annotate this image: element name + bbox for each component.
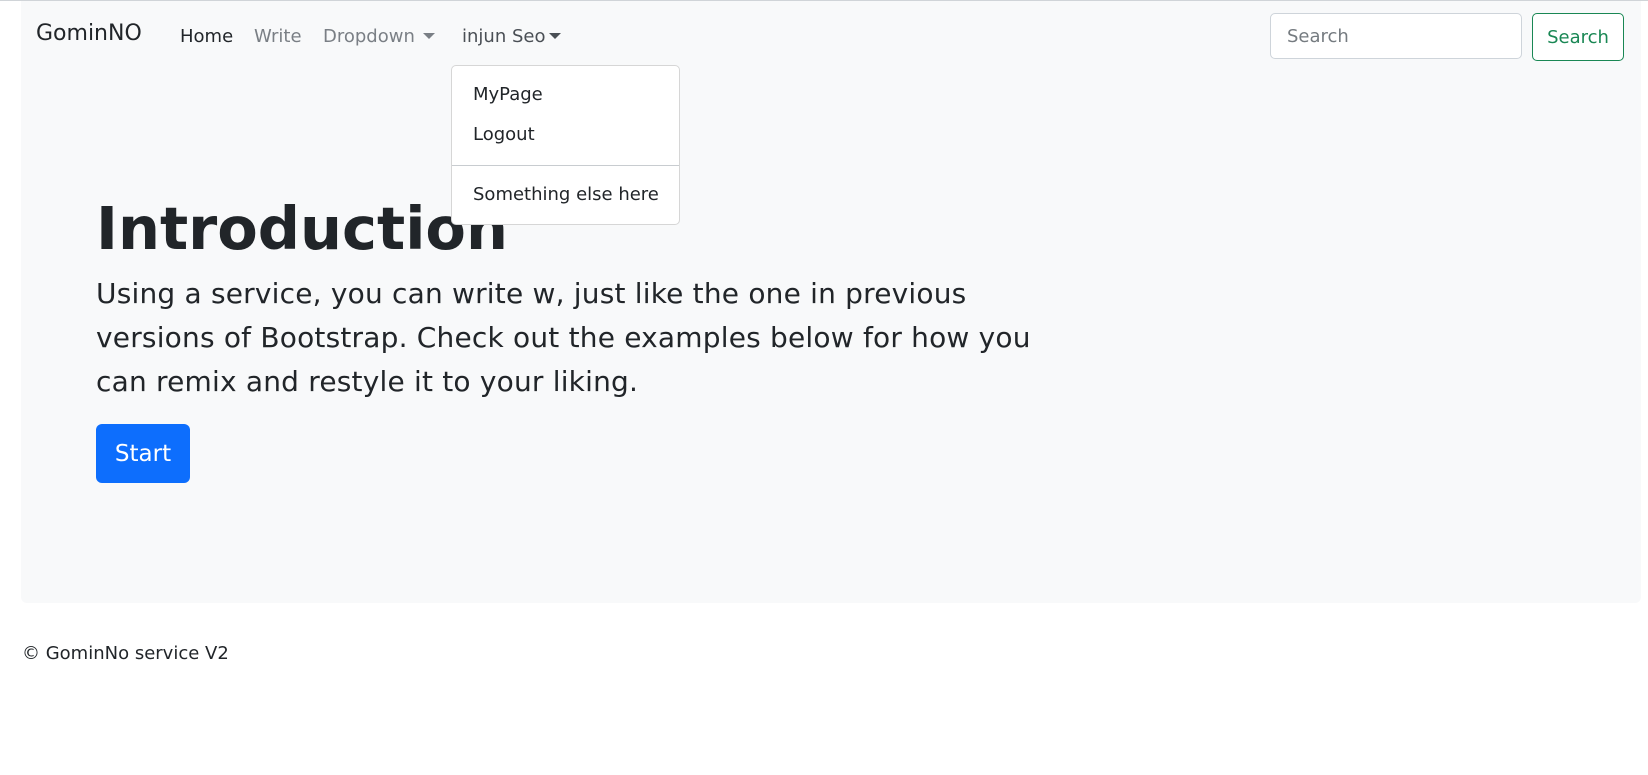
hero-title: Introduction <box>96 194 508 263</box>
menu-item-mypage[interactable]: MyPage <box>473 84 543 105</box>
nav-user-menu-toggle[interactable]: injun Seo <box>462 26 562 47</box>
menu-item-something-else[interactable]: Something else here <box>473 184 659 205</box>
search-input[interactable] <box>1270 13 1522 59</box>
nav-dropdown-toggle[interactable]: Dropdown <box>323 26 435 47</box>
search-button[interactable]: Search <box>1532 13 1624 61</box>
navbar-brand[interactable]: GominNO <box>36 21 142 46</box>
user-dropdown-menu: MyPage Logout Something else here <box>451 65 680 225</box>
navbar: GominNO Home Write Dropdown injun Seo Se… <box>21 1 1641 73</box>
start-button[interactable]: Start <box>96 424 190 483</box>
dropdown-divider <box>452 165 679 166</box>
caret-down-icon <box>422 33 435 39</box>
nav-link-write[interactable]: Write <box>254 26 302 47</box>
nav-link-home[interactable]: Home <box>180 26 233 47</box>
footer-copyright: © GominNo service V2 <box>22 643 229 664</box>
hero-description: Using a service, you can write w, just l… <box>96 277 1031 398</box>
nav-dropdown-label: Dropdown <box>323 26 415 47</box>
hero-section: Introduction Using a service, you can wr… <box>21 73 1641 603</box>
caret-down-icon <box>549 33 562 39</box>
menu-item-logout[interactable]: Logout <box>473 124 535 145</box>
nav-user-label: injun Seo <box>462 26 546 47</box>
